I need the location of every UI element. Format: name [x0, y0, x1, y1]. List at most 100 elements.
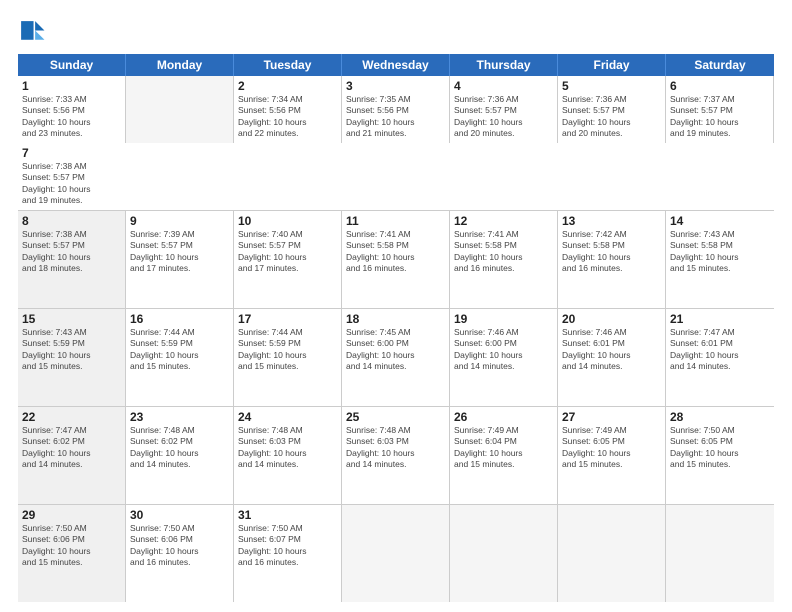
- calendar-cell: [558, 505, 666, 602]
- day-info: Sunrise: 7:41 AM Sunset: 5:58 PM Dayligh…: [346, 229, 445, 275]
- day-number: 30: [130, 508, 229, 522]
- calendar-cell: 31Sunrise: 7:50 AM Sunset: 6:07 PM Dayli…: [234, 505, 342, 602]
- day-info: Sunrise: 7:48 AM Sunset: 6:02 PM Dayligh…: [130, 425, 229, 471]
- day-number: 3: [346, 79, 445, 93]
- day-number: 13: [562, 214, 661, 228]
- day-number: 31: [238, 508, 337, 522]
- calendar-row-2: 15Sunrise: 7:43 AM Sunset: 5:59 PM Dayli…: [18, 309, 774, 407]
- calendar-cell: 20Sunrise: 7:46 AM Sunset: 6:01 PM Dayli…: [558, 309, 666, 406]
- day-info: Sunrise: 7:49 AM Sunset: 6:05 PM Dayligh…: [562, 425, 661, 471]
- day-info: Sunrise: 7:44 AM Sunset: 5:59 PM Dayligh…: [130, 327, 229, 373]
- calendar-cell: [342, 505, 450, 602]
- day-info: Sunrise: 7:42 AM Sunset: 5:58 PM Dayligh…: [562, 229, 661, 275]
- calendar-body: 1Sunrise: 7:33 AM Sunset: 5:56 PM Daylig…: [18, 76, 774, 602]
- calendar-row-1: 8Sunrise: 7:38 AM Sunset: 5:57 PM Daylig…: [18, 211, 774, 309]
- calendar-cell: 28Sunrise: 7:50 AM Sunset: 6:05 PM Dayli…: [666, 407, 774, 504]
- day-number: 24: [238, 410, 337, 424]
- calendar-cell: 6Sunrise: 7:37 AM Sunset: 5:57 PM Daylig…: [666, 76, 774, 143]
- day-number: 27: [562, 410, 661, 424]
- calendar-cell: [126, 76, 234, 143]
- calendar-cell: [666, 505, 774, 602]
- page: SundayMondayTuesdayWednesdayThursdayFrid…: [0, 0, 792, 612]
- day-info: Sunrise: 7:38 AM Sunset: 5:57 PM Dayligh…: [22, 161, 122, 207]
- day-info: Sunrise: 7:49 AM Sunset: 6:04 PM Dayligh…: [454, 425, 553, 471]
- day-info: Sunrise: 7:36 AM Sunset: 5:57 PM Dayligh…: [562, 94, 661, 140]
- calendar-cell: 12Sunrise: 7:41 AM Sunset: 5:58 PM Dayli…: [450, 211, 558, 308]
- day-number: 23: [130, 410, 229, 424]
- header-cell-friday: Friday: [558, 54, 666, 76]
- calendar-cell: 10Sunrise: 7:40 AM Sunset: 5:57 PM Dayli…: [234, 211, 342, 308]
- day-number: 20: [562, 312, 661, 326]
- day-number: 12: [454, 214, 553, 228]
- day-number: 18: [346, 312, 445, 326]
- day-info: Sunrise: 7:50 AM Sunset: 6:06 PM Dayligh…: [22, 523, 121, 569]
- day-info: Sunrise: 7:46 AM Sunset: 6:01 PM Dayligh…: [562, 327, 661, 373]
- calendar-cell: 2Sunrise: 7:34 AM Sunset: 5:56 PM Daylig…: [234, 76, 342, 143]
- day-number: 22: [22, 410, 121, 424]
- day-number: 2: [238, 79, 337, 93]
- day-number: 25: [346, 410, 445, 424]
- day-info: Sunrise: 7:50 AM Sunset: 6:07 PM Dayligh…: [238, 523, 337, 569]
- header-cell-tuesday: Tuesday: [234, 54, 342, 76]
- day-number: 15: [22, 312, 121, 326]
- calendar-cell: 24Sunrise: 7:48 AM Sunset: 6:03 PM Dayli…: [234, 407, 342, 504]
- day-number: 10: [238, 214, 337, 228]
- calendar-cell: 22Sunrise: 7:47 AM Sunset: 6:02 PM Dayli…: [18, 407, 126, 504]
- calendar-cell: 13Sunrise: 7:42 AM Sunset: 5:58 PM Dayli…: [558, 211, 666, 308]
- day-info: Sunrise: 7:36 AM Sunset: 5:57 PM Dayligh…: [454, 94, 553, 140]
- calendar-cell: 27Sunrise: 7:49 AM Sunset: 6:05 PM Dayli…: [558, 407, 666, 504]
- header-cell-monday: Monday: [126, 54, 234, 76]
- day-number: 7: [22, 146, 122, 160]
- day-info: Sunrise: 7:35 AM Sunset: 5:56 PM Dayligh…: [346, 94, 445, 140]
- day-info: Sunrise: 7:47 AM Sunset: 6:01 PM Dayligh…: [670, 327, 770, 373]
- day-info: Sunrise: 7:45 AM Sunset: 6:00 PM Dayligh…: [346, 327, 445, 373]
- day-number: 21: [670, 312, 770, 326]
- day-info: Sunrise: 7:39 AM Sunset: 5:57 PM Dayligh…: [130, 229, 229, 275]
- calendar-header: SundayMondayTuesdayWednesdayThursdayFrid…: [18, 54, 774, 76]
- calendar-cell: 16Sunrise: 7:44 AM Sunset: 5:59 PM Dayli…: [126, 309, 234, 406]
- calendar-cell: 3Sunrise: 7:35 AM Sunset: 5:56 PM Daylig…: [342, 76, 450, 143]
- day-info: Sunrise: 7:43 AM Sunset: 5:58 PM Dayligh…: [670, 229, 770, 275]
- calendar-cell: 25Sunrise: 7:48 AM Sunset: 6:03 PM Dayli…: [342, 407, 450, 504]
- day-info: Sunrise: 7:34 AM Sunset: 5:56 PM Dayligh…: [238, 94, 337, 140]
- calendar-cell: 14Sunrise: 7:43 AM Sunset: 5:58 PM Dayli…: [666, 211, 774, 308]
- day-info: Sunrise: 7:43 AM Sunset: 5:59 PM Dayligh…: [22, 327, 121, 373]
- calendar-row-4: 29Sunrise: 7:50 AM Sunset: 6:06 PM Dayli…: [18, 505, 774, 602]
- calendar-row-3: 22Sunrise: 7:47 AM Sunset: 6:02 PM Dayli…: [18, 407, 774, 505]
- day-number: 14: [670, 214, 770, 228]
- calendar: SundayMondayTuesdayWednesdayThursdayFrid…: [18, 54, 774, 602]
- calendar-cell: [450, 505, 558, 602]
- calendar-cell: 23Sunrise: 7:48 AM Sunset: 6:02 PM Dayli…: [126, 407, 234, 504]
- calendar-cell: 18Sunrise: 7:45 AM Sunset: 6:00 PM Dayli…: [342, 309, 450, 406]
- day-info: Sunrise: 7:33 AM Sunset: 5:56 PM Dayligh…: [22, 94, 121, 140]
- day-number: 17: [238, 312, 337, 326]
- day-info: Sunrise: 7:40 AM Sunset: 5:57 PM Dayligh…: [238, 229, 337, 275]
- day-number: 11: [346, 214, 445, 228]
- day-info: Sunrise: 7:50 AM Sunset: 6:05 PM Dayligh…: [670, 425, 770, 471]
- day-number: 28: [670, 410, 770, 424]
- day-number: 29: [22, 508, 121, 522]
- calendar-cell: 15Sunrise: 7:43 AM Sunset: 5:59 PM Dayli…: [18, 309, 126, 406]
- day-info: Sunrise: 7:38 AM Sunset: 5:57 PM Dayligh…: [22, 229, 121, 275]
- header-cell-saturday: Saturday: [666, 54, 774, 76]
- day-number: 26: [454, 410, 553, 424]
- day-info: Sunrise: 7:47 AM Sunset: 6:02 PM Dayligh…: [22, 425, 121, 471]
- day-number: 19: [454, 312, 553, 326]
- header-cell-sunday: Sunday: [18, 54, 126, 76]
- day-number: 1: [22, 79, 121, 93]
- day-info: Sunrise: 7:37 AM Sunset: 5:57 PM Dayligh…: [670, 94, 769, 140]
- header-cell-wednesday: Wednesday: [342, 54, 450, 76]
- logo: [18, 18, 50, 46]
- day-number: 16: [130, 312, 229, 326]
- day-info: Sunrise: 7:48 AM Sunset: 6:03 PM Dayligh…: [346, 425, 445, 471]
- day-info: Sunrise: 7:50 AM Sunset: 6:06 PM Dayligh…: [130, 523, 229, 569]
- day-info: Sunrise: 7:48 AM Sunset: 6:03 PM Dayligh…: [238, 425, 337, 471]
- calendar-cell: 9Sunrise: 7:39 AM Sunset: 5:57 PM Daylig…: [126, 211, 234, 308]
- calendar-cell: 19Sunrise: 7:46 AM Sunset: 6:00 PM Dayli…: [450, 309, 558, 406]
- calendar-cell: 8Sunrise: 7:38 AM Sunset: 5:57 PM Daylig…: [18, 211, 126, 308]
- day-info: Sunrise: 7:46 AM Sunset: 6:00 PM Dayligh…: [454, 327, 553, 373]
- calendar-cell: 4Sunrise: 7:36 AM Sunset: 5:57 PM Daylig…: [450, 76, 558, 143]
- day-number: 9: [130, 214, 229, 228]
- logo-icon: [18, 18, 46, 46]
- calendar-cell: 29Sunrise: 7:50 AM Sunset: 6:06 PM Dayli…: [18, 505, 126, 602]
